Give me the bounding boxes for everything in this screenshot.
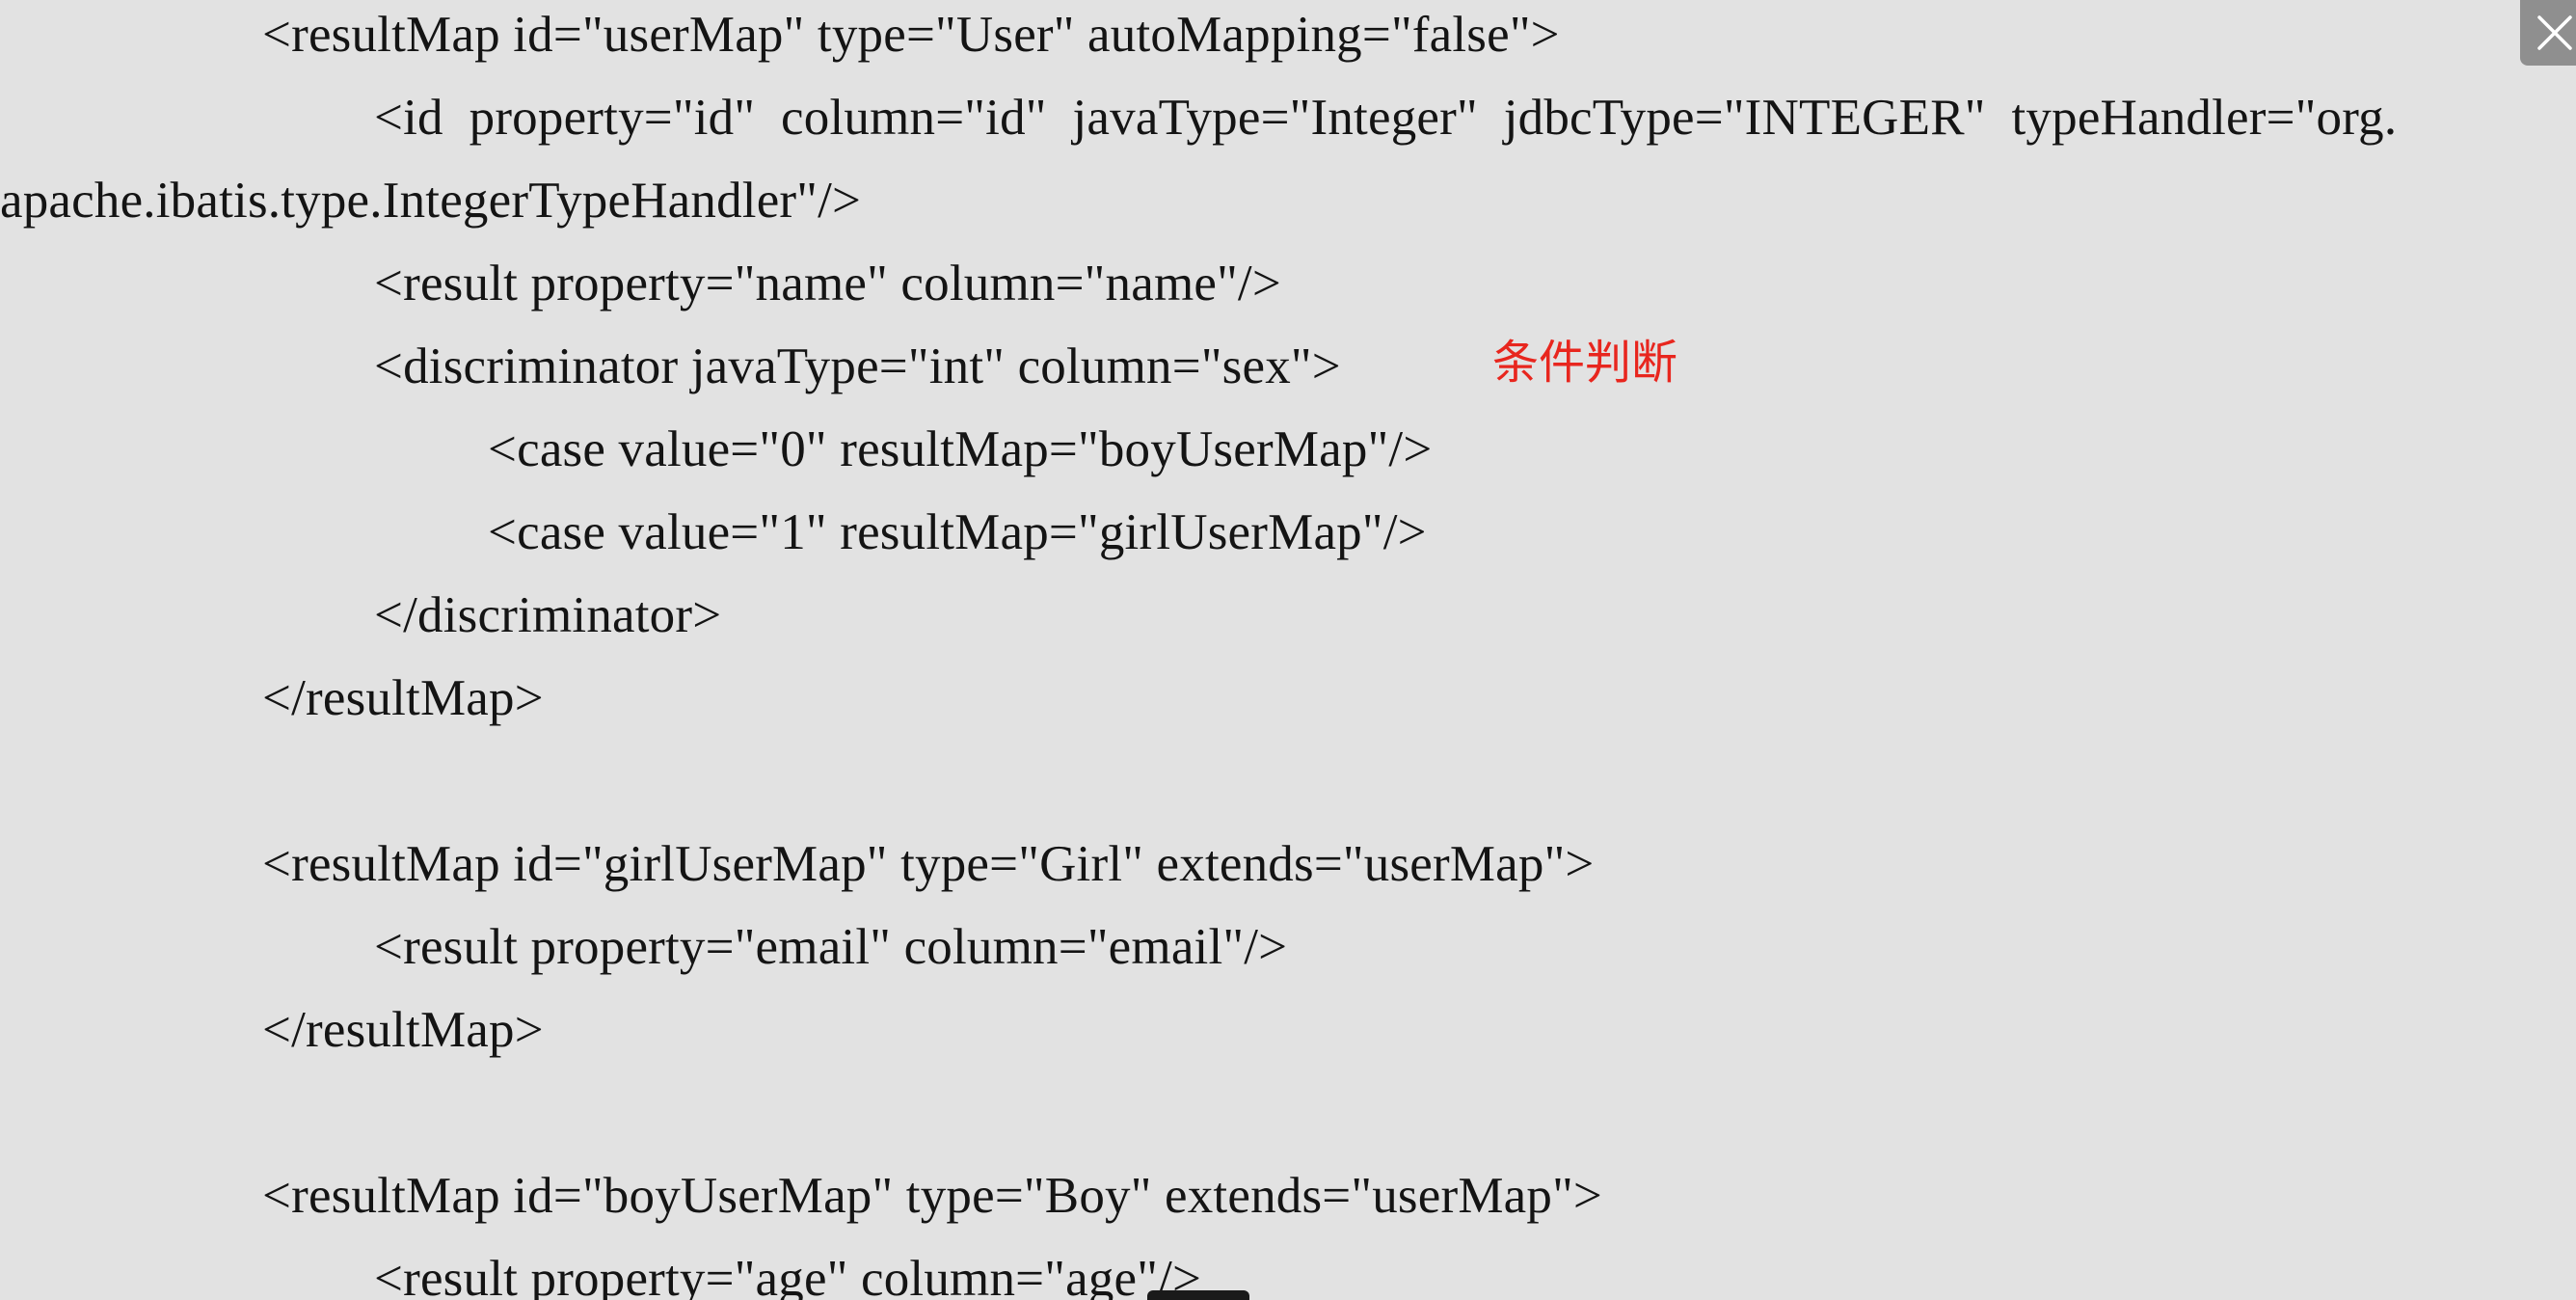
annotation-label: 条件判断 — [1492, 336, 1678, 390]
code-line: </resultMap> — [262, 670, 544, 726]
code-line: <result property="age" column="age"/> — [374, 1251, 1202, 1300]
code-line: <id property="id" column="id" javaType="… — [374, 90, 2398, 146]
code-line: <resultMap id="boyUserMap" type="Boy" ex… — [262, 1168, 1603, 1224]
code-line: <resultMap id="girlUserMap" type="Girl" … — [262, 836, 1595, 892]
code-line: <discriminator javaType="int" column="se… — [374, 339, 1341, 394]
close-button[interactable] — [2520, 0, 2576, 66]
bottom-handle[interactable] — [1147, 1290, 1249, 1300]
code-line: apache.ibatis.type.IntegerTypeHandler"/> — [0, 173, 862, 229]
code-line: </discriminator> — [374, 587, 722, 643]
code-line: <case value="0" resultMap="boyUserMap"/> — [488, 421, 1433, 477]
image-viewer: <resultMap id="userMap" type="User" auto… — [0, 0, 2576, 1300]
close-icon — [2537, 15, 2572, 50]
code-line: <result property="name" column="name"/> — [374, 256, 1281, 311]
code-line: <case value="1" resultMap="girlUserMap"/… — [488, 504, 1427, 560]
code-line: <resultMap id="userMap" type="User" auto… — [262, 7, 1560, 63]
code-line: <result property="email" column="email"/… — [374, 919, 1288, 975]
code-line: </resultMap> — [262, 1002, 544, 1058]
